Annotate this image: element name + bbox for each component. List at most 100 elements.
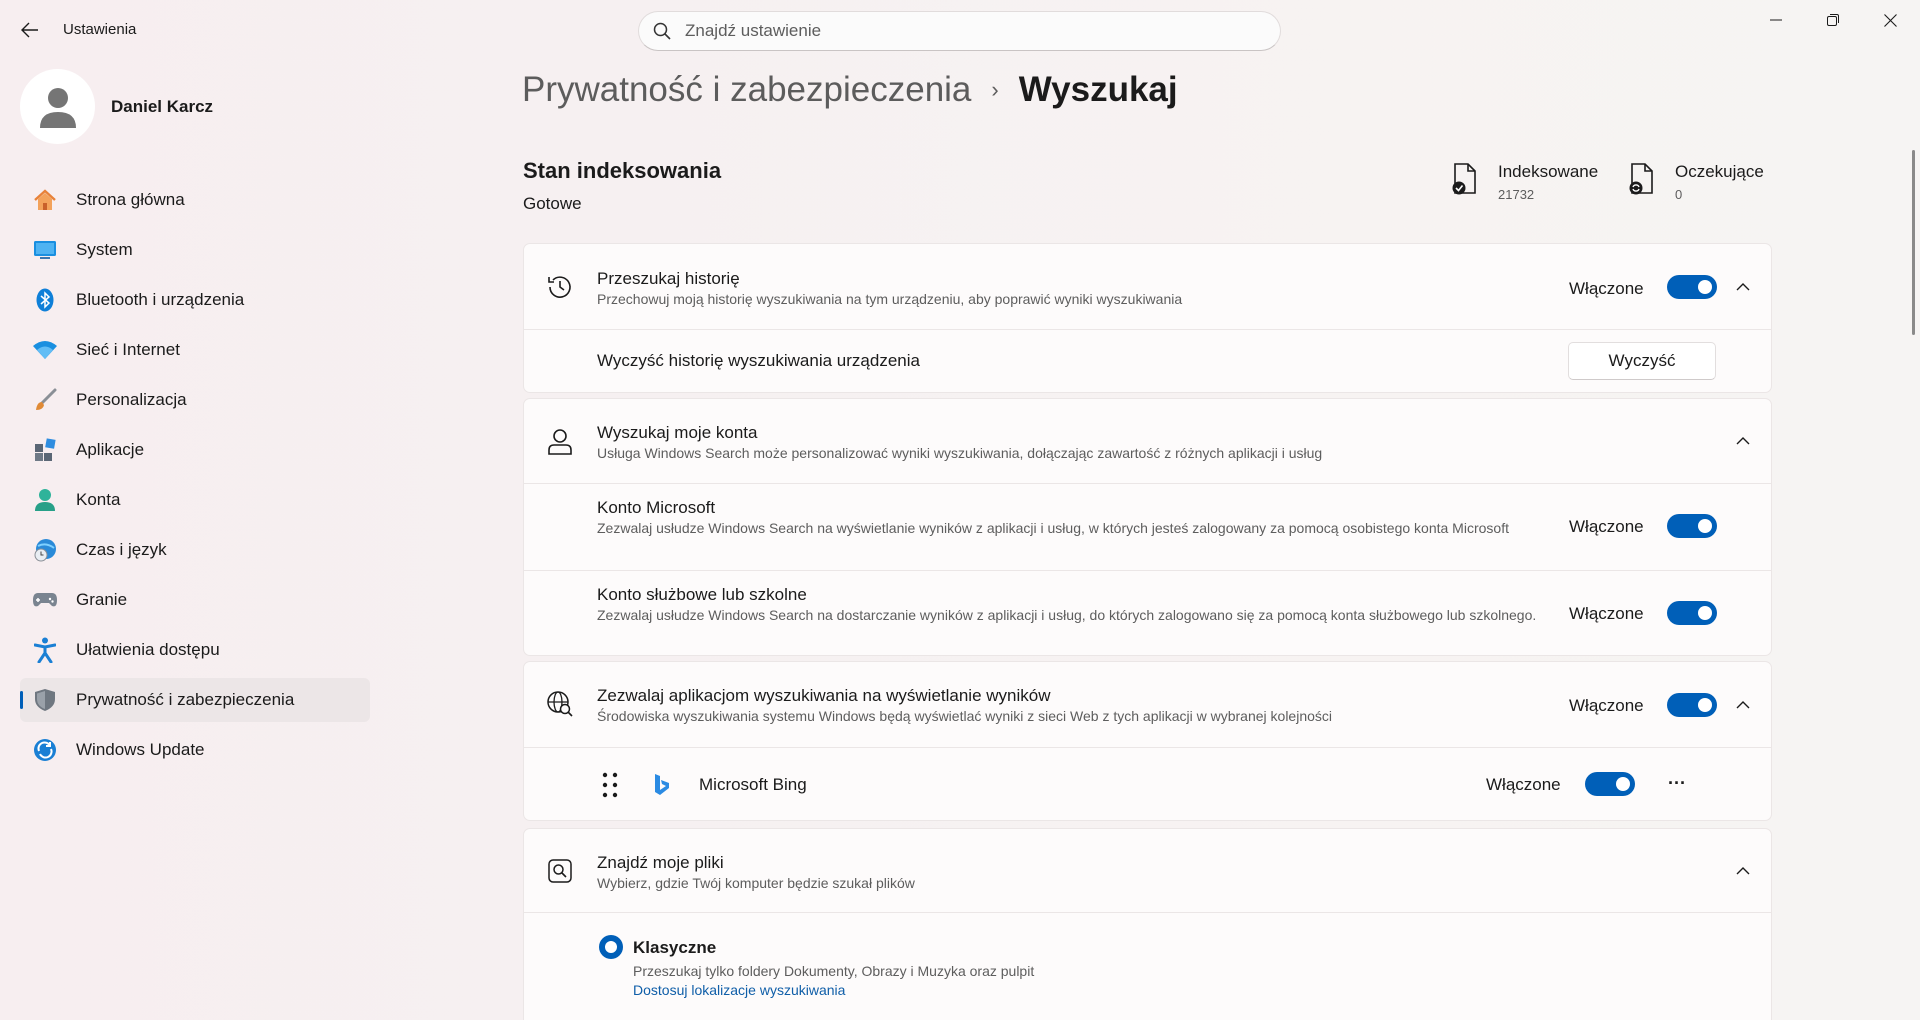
sidebar-item-label: Strona główna bbox=[76, 190, 185, 209]
bing-row: Microsoft Bing Włączone ··· bbox=[524, 748, 1771, 820]
sidebar-item-system[interactable]: System bbox=[20, 228, 370, 272]
search-history-card: Przeszukaj historię Przechowuj moją hist… bbox=[523, 243, 1772, 393]
indexed-file-icon bbox=[1452, 163, 1476, 195]
clear-history-button[interactable]: Wyczyść bbox=[1568, 342, 1716, 380]
work-account-toggle[interactable] bbox=[1667, 601, 1717, 625]
bing-toggle[interactable] bbox=[1585, 772, 1635, 796]
drag-handle-icon[interactable] bbox=[594, 769, 626, 801]
arrow-left-icon bbox=[21, 22, 38, 38]
sidebar-item-label: Aplikacje bbox=[76, 440, 145, 459]
sidebar-item-windows-update[interactable]: Windows Update bbox=[20, 728, 370, 772]
minimize-icon bbox=[1770, 19, 1782, 21]
scrollbar-thumb[interactable] bbox=[1912, 150, 1915, 335]
apps-title: Zezwalaj aplikacjom wyszukiwania na wyśw… bbox=[597, 686, 1051, 705]
files-desc: Wybierz, gdzie Twój komputer będzie szuk… bbox=[597, 875, 915, 891]
user-avatar-icon bbox=[39, 87, 76, 128]
restore-button[interactable] bbox=[1805, 0, 1861, 40]
search-accounts-card: Wyszukaj moje konta Usługa Windows Searc… bbox=[523, 398, 1772, 656]
pending-file-icon bbox=[1629, 163, 1653, 195]
history-title: Przeszukaj historię bbox=[597, 269, 740, 288]
search-apps-row[interactable]: Zezwalaj aplikacjom wyszukiwania na wyśw… bbox=[524, 662, 1771, 748]
sidebar-item-gaming[interactable]: Granie bbox=[20, 578, 370, 622]
sidebar-item-network[interactable]: Sieć i Internet bbox=[20, 328, 370, 372]
page-title: Wyszukaj bbox=[1018, 70, 1178, 109]
microsoft-account-desc: Zezwalaj usłudze Windows Search na wyświ… bbox=[597, 520, 1509, 536]
customize-locations-link[interactable]: Dostosuj lokalizacje wyszukiwania bbox=[633, 982, 845, 998]
sidebar-item-time-language[interactable]: Czas i język bbox=[20, 528, 370, 572]
chevron-right-icon: › bbox=[991, 77, 999, 102]
wifi-icon bbox=[32, 337, 58, 363]
restore-icon bbox=[1827, 14, 1839, 26]
work-account-desc: Zezwalaj usłudze Windows Search na dosta… bbox=[597, 607, 1537, 623]
sidebar-item-label: Personalizacja bbox=[76, 390, 187, 409]
pending-stat: Oczekujące 0 bbox=[1627, 162, 1764, 202]
gamepad-icon bbox=[32, 587, 58, 613]
sidebar-item-home[interactable]: Strona główna bbox=[20, 178, 370, 222]
microsoft-account-title: Konto Microsoft bbox=[597, 498, 716, 517]
accounts-title: Wyszukaj moje konta bbox=[597, 423, 758, 442]
history-collapse-button[interactable] bbox=[1728, 272, 1758, 302]
apps-state: Włączone bbox=[1569, 696, 1644, 715]
user-profile[interactable]: Daniel Karcz bbox=[20, 69, 213, 144]
sidebar-item-label: Prywatność i zabezpieczenia bbox=[76, 690, 295, 709]
home-icon bbox=[32, 187, 58, 213]
bluetooth-icon bbox=[32, 287, 58, 313]
back-button[interactable] bbox=[14, 14, 46, 46]
pending-label: Oczekujące bbox=[1675, 162, 1764, 181]
history-state: Włączone bbox=[1569, 279, 1644, 298]
accounts-collapse-button[interactable] bbox=[1728, 426, 1758, 456]
indexing-status-value: Gotowe bbox=[523, 194, 582, 213]
radio-selected-icon bbox=[599, 935, 623, 959]
microsoft-account-state: Włączone bbox=[1569, 517, 1644, 536]
sidebar-item-personalization[interactable]: Personalizacja bbox=[20, 378, 370, 422]
app-title: Ustawienia bbox=[63, 21, 137, 38]
brush-icon bbox=[32, 387, 58, 413]
history-icon bbox=[544, 271, 576, 303]
sidebar-item-label: Ułatwienia dostępu bbox=[76, 640, 220, 659]
sidebar-item-label: Sieć i Internet bbox=[76, 340, 180, 359]
find-files-card: Znajdź moje pliki Wybierz, gdzie Twój ko… bbox=[523, 828, 1772, 1020]
accessibility-icon bbox=[32, 637, 58, 663]
sidebar-item-bluetooth[interactable]: Bluetooth i urządzenia bbox=[20, 278, 370, 322]
apps-toggle[interactable] bbox=[1667, 693, 1717, 717]
minimize-button[interactable] bbox=[1748, 0, 1804, 40]
sidebar-item-apps[interactable]: Aplikacje bbox=[20, 428, 370, 472]
sidebar-item-label: Czas i język bbox=[76, 540, 167, 559]
apps-desc: Środowiska wyszukiwania systemu Windows … bbox=[597, 708, 1333, 724]
sidebar-item-accounts[interactable]: Konta bbox=[20, 478, 370, 522]
sidebar-item-label: Bluetooth i urządzenia bbox=[76, 290, 245, 309]
person-outline-icon bbox=[544, 426, 576, 458]
bing-state: Włączone bbox=[1486, 775, 1561, 794]
classic-option-title: Klasyczne bbox=[633, 938, 717, 957]
microsoft-account-toggle[interactable] bbox=[1667, 514, 1717, 538]
work-account-title: Konto służbowe lub szkolne bbox=[597, 585, 807, 604]
sidebar-item-accessibility[interactable]: Ułatwienia dostępu bbox=[20, 628, 370, 672]
monitor-icon bbox=[32, 237, 58, 263]
search-accounts-row[interactable]: Wyszukaj moje konta Usługa Windows Searc… bbox=[524, 399, 1771, 484]
history-toggle[interactable] bbox=[1667, 275, 1717, 299]
breadcrumb: Prywatność i zabezpieczenia › Wyszukaj bbox=[522, 70, 1178, 110]
search-input[interactable] bbox=[685, 21, 1245, 41]
clock-globe-icon bbox=[32, 537, 58, 563]
close-button[interactable] bbox=[1862, 0, 1918, 40]
breadcrumb-parent[interactable]: Prywatność i zabezpieczenia bbox=[522, 70, 971, 110]
update-icon bbox=[32, 737, 58, 763]
classic-option-desc: Przeszukaj tylko foldery Dokumenty, Obra… bbox=[633, 963, 1035, 979]
search-history-row[interactable]: Przeszukaj historię Przechowuj moją hist… bbox=[524, 244, 1771, 330]
person-icon bbox=[32, 487, 58, 513]
files-collapse-button[interactable] bbox=[1728, 856, 1758, 886]
classic-radio[interactable] bbox=[595, 931, 627, 963]
more-options-button[interactable]: ··· bbox=[1662, 768, 1692, 798]
globe-search-icon bbox=[544, 688, 576, 720]
indexed-label: Indeksowane bbox=[1498, 162, 1599, 181]
apps-icon bbox=[32, 437, 58, 463]
search-files-icon bbox=[544, 855, 576, 887]
sidebar-item-privacy-security[interactable]: Prywatność i zabezpieczenia bbox=[20, 678, 370, 722]
apps-collapse-button[interactable] bbox=[1728, 690, 1758, 720]
avatar bbox=[20, 69, 95, 144]
find-files-row[interactable]: Znajdź moje pliki Wybierz, gdzie Twój ko… bbox=[524, 829, 1771, 913]
search-box[interactable] bbox=[638, 11, 1281, 51]
chevron-up-icon bbox=[1736, 437, 1750, 445]
bing-logo-icon bbox=[646, 769, 678, 801]
history-desc: Przechowuj moją historię wyszukiwania na… bbox=[597, 291, 1183, 307]
